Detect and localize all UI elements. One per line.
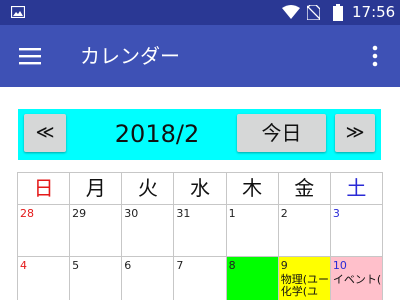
image-icon xyxy=(11,6,25,18)
status-bar: 17:56 xyxy=(0,0,400,25)
day-number: 29 xyxy=(72,207,87,220)
weekday-friday: 金 xyxy=(278,173,331,205)
day-number: 1 xyxy=(228,207,236,220)
day-number: 8 xyxy=(228,259,236,272)
day-cell[interactable]: 7 xyxy=(174,257,227,300)
status-time: 17:56 xyxy=(352,3,396,21)
day-cell[interactable]: 31 xyxy=(174,205,227,257)
day-number: 6 xyxy=(124,259,132,272)
weekday-tuesday: 火 xyxy=(122,173,175,205)
day-number: 2 xyxy=(280,207,288,220)
menu-icon[interactable] xyxy=(19,47,41,65)
next-month-button[interactable]: ≫ xyxy=(335,114,375,152)
day-cell[interactable]: 30 xyxy=(122,205,175,257)
day-cell[interactable]: 4 xyxy=(18,257,71,300)
day-number: 28 xyxy=(20,207,34,220)
weekday-thursday: 木 xyxy=(226,173,279,205)
weekday-header: 日 月 火 水 木 金 土 xyxy=(18,173,383,205)
day-cell[interactable]: 6 xyxy=(122,257,175,300)
event-label[interactable]: イベント( xyxy=(333,274,381,286)
day-number: 3 xyxy=(332,207,340,220)
day-cell[interactable]: 5 xyxy=(70,257,123,300)
day-number: 30 xyxy=(124,207,139,220)
app-bar: カレンダー xyxy=(0,25,400,87)
event-label[interactable]: 化学(ユ xyxy=(281,286,318,298)
day-cell[interactable]: 29 xyxy=(70,205,123,257)
app-title: カレンダー xyxy=(80,44,180,68)
today-button[interactable]: 今日 xyxy=(237,114,326,152)
day-cell[interactable]: 2 xyxy=(278,205,331,257)
day-number: 7 xyxy=(176,259,184,272)
day-cell[interactable]: 9 物理(ユー 化学(ユ xyxy=(278,257,331,300)
current-month-label: 2018/2 xyxy=(114,120,200,148)
day-cell[interactable]: 1 xyxy=(226,205,279,257)
day-number: 10 xyxy=(332,259,347,272)
prev-month-button[interactable]: ≪ xyxy=(24,114,66,152)
day-number: 31 xyxy=(176,207,191,220)
week-row: 28 29 30 31 1 2 3 xyxy=(18,205,383,257)
day-number: 5 xyxy=(72,259,80,272)
day-number: 9 xyxy=(280,259,288,272)
day-cell[interactable]: 3 xyxy=(330,205,383,257)
day-number: 4 xyxy=(20,259,27,272)
calendar-grid: 日 月 火 水 木 金 土 28 29 30 31 1 2 3 4 5 6 7 … xyxy=(17,172,383,300)
weekday-saturday: 土 xyxy=(330,173,383,205)
battery-icon xyxy=(333,4,343,21)
week-row: 4 5 6 7 8 9 物理(ユー 化学(ユ 10 イベント( xyxy=(18,257,383,300)
day-cell[interactable]: 10 イベント( xyxy=(330,257,383,300)
wifi-icon xyxy=(282,5,300,19)
more-vert-icon[interactable] xyxy=(370,45,380,67)
day-cell[interactable]: 28 xyxy=(18,205,71,257)
month-navigation: ≪ 2018/2 今日 ≫ xyxy=(18,109,381,160)
no-sim-icon xyxy=(307,5,320,20)
weekday-wednesday: 水 xyxy=(174,173,227,205)
day-cell[interactable]: 8 xyxy=(226,257,279,300)
weekday-sunday: 日 xyxy=(18,173,71,205)
weekday-monday: 月 xyxy=(70,173,123,205)
